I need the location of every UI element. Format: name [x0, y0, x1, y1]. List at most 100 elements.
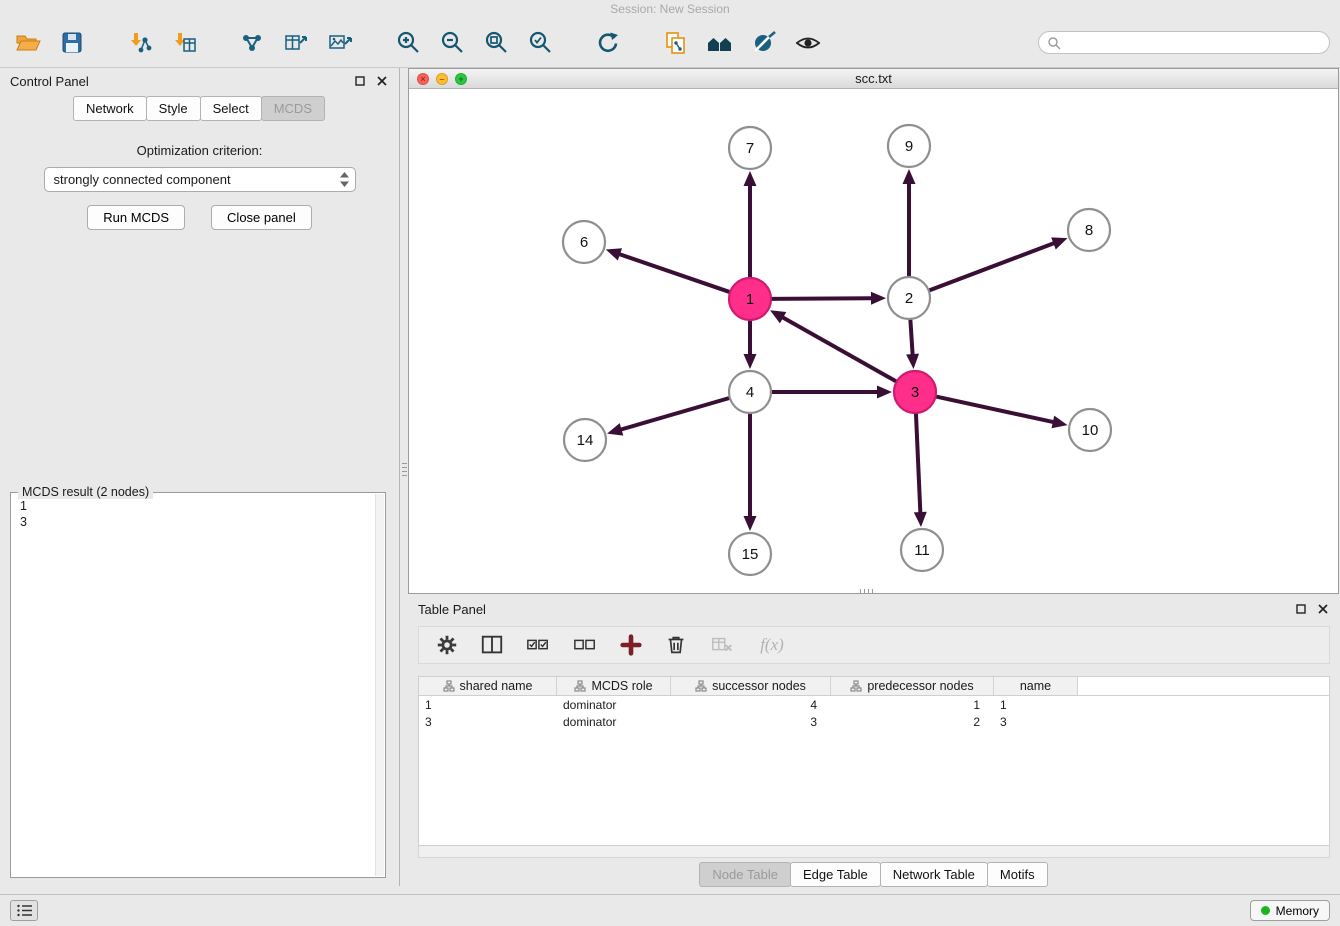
- zoom-out-button[interactable]: [434, 25, 470, 61]
- optimization-criterion-select[interactable]: strongly connected component: [44, 167, 356, 192]
- copy-network-view-button[interactable]: [658, 25, 694, 61]
- show-columns-button[interactable]: [478, 631, 506, 659]
- table-panel-float-button[interactable]: [1294, 602, 1308, 616]
- vizmapper-button[interactable]: [746, 25, 782, 61]
- columns-icon: [480, 633, 504, 657]
- table-row[interactable]: 3 dominator 3 2 3: [419, 713, 1329, 730]
- column-header-successor-nodes[interactable]: successor nodes: [671, 677, 831, 695]
- network-canvas[interactable]: 7968124314101511: [409, 89, 1338, 593]
- memory-status-dot: [1261, 906, 1270, 915]
- list-icon: [16, 903, 33, 918]
- open-folder-icon: [15, 30, 41, 56]
- panel-chooser-button[interactable]: [10, 900, 38, 921]
- zoom-in-button[interactable]: [390, 25, 426, 61]
- zoom-selected-icon: [527, 30, 553, 56]
- tab-network[interactable]: Network: [73, 96, 147, 121]
- column-header-shared-name[interactable]: shared name: [419, 677, 557, 695]
- cell-mcds-role[interactable]: dominator: [557, 698, 671, 712]
- optimization-criterion-label: Optimization criterion:: [0, 143, 399, 158]
- mcds-result-line: 3: [20, 514, 376, 530]
- control-panel-close-button[interactable]: [375, 74, 389, 88]
- vizmapper-icon: [751, 30, 777, 56]
- search-input[interactable]: [1066, 36, 1321, 50]
- tab-mcds[interactable]: MCDS: [261, 96, 325, 121]
- window-zoom-button[interactable]: +: [455, 73, 467, 85]
- table-settings-button[interactable]: [433, 631, 461, 659]
- import-network-button[interactable]: [122, 25, 158, 61]
- open-file-button[interactable]: [10, 25, 46, 61]
- network-view-window: × – + scc.txt 7968124314101511: [408, 68, 1339, 594]
- control-panel-title: Control Panel: [10, 74, 89, 89]
- vertical-splitter-handle[interactable]: [402, 463, 407, 476]
- column-tree-icon: [574, 680, 586, 692]
- cell-successor-nodes[interactable]: 4: [671, 698, 831, 712]
- copy-network-icon: [663, 30, 689, 56]
- control-panel-tabs: Network Style Select MCDS: [0, 96, 399, 121]
- close-panel-button[interactable]: Close panel: [211, 205, 312, 230]
- column-header-name[interactable]: name: [994, 677, 1078, 695]
- mcds-result-list: 1 3: [11, 493, 385, 877]
- network-window-title: scc.txt: [855, 71, 892, 86]
- run-mcds-button[interactable]: Run MCDS: [87, 205, 185, 230]
- window-close-button[interactable]: ×: [417, 73, 429, 85]
- column-header-predecessor-nodes[interactable]: predecessor nodes: [831, 677, 994, 695]
- svg-text:6: 6: [580, 234, 588, 251]
- tab-motifs[interactable]: Motifs: [987, 862, 1048, 887]
- status-bar: Memory: [0, 894, 1340, 926]
- cell-mcds-role[interactable]: dominator: [557, 715, 671, 729]
- delete-column-button[interactable]: [662, 631, 690, 659]
- network-graph[interactable]: 7968124314101511: [409, 89, 1338, 593]
- float-window-icon: [355, 76, 365, 86]
- zoom-fit-button[interactable]: [478, 25, 514, 61]
- home-views-button[interactable]: [702, 25, 738, 61]
- window-minimize-button[interactable]: –: [436, 73, 448, 85]
- unselect-all-columns-button[interactable]: [570, 631, 600, 659]
- memory-button[interactable]: Memory: [1250, 900, 1330, 921]
- cell-predecessor-nodes[interactable]: 1: [831, 698, 994, 712]
- app-title: Session: New Session: [610, 2, 729, 16]
- delete-table-button: [707, 631, 737, 659]
- tab-edge-table[interactable]: Edge Table: [790, 862, 881, 887]
- cell-name[interactable]: 1: [994, 698, 1078, 712]
- svg-text:7: 7: [746, 140, 754, 157]
- export-table-button[interactable]: [278, 25, 314, 61]
- main-toolbar: [0, 18, 1340, 68]
- tab-node-table[interactable]: Node Table: [699, 862, 791, 887]
- show-graphics-details-button[interactable]: [790, 25, 826, 61]
- result-scrollbar[interactable]: [375, 494, 384, 876]
- create-column-button[interactable]: [617, 631, 645, 659]
- svg-text:11: 11: [914, 542, 930, 559]
- export-network-button[interactable]: [234, 25, 270, 61]
- table-panel-title: Table Panel: [418, 602, 486, 617]
- function-builder-button: f(x): [754, 631, 790, 659]
- tab-network-table[interactable]: Network Table: [880, 862, 988, 887]
- control-panel-float-button[interactable]: [353, 74, 367, 88]
- close-icon: [1318, 604, 1328, 614]
- save-session-button[interactable]: [54, 25, 90, 61]
- refresh-button[interactable]: [590, 25, 626, 61]
- zoom-selected-button[interactable]: [522, 25, 558, 61]
- export-image-button[interactable]: [322, 25, 358, 61]
- tab-style[interactable]: Style: [146, 96, 201, 121]
- cell-shared-name[interactable]: 3: [419, 715, 557, 729]
- table-row[interactable]: 1 dominator 4 1 1: [419, 696, 1329, 713]
- cell-shared-name[interactable]: 1: [419, 698, 557, 712]
- column-header-mcds-role[interactable]: MCDS role: [557, 677, 671, 695]
- cell-successor-nodes[interactable]: 3: [671, 715, 831, 729]
- plus-icon: [619, 633, 643, 657]
- tab-select[interactable]: Select: [200, 96, 262, 121]
- select-all-columns-button[interactable]: [523, 631, 553, 659]
- double-home-icon: [706, 30, 734, 56]
- network-share-icon: [239, 30, 265, 56]
- cell-name[interactable]: 3: [994, 715, 1078, 729]
- trash-icon: [664, 633, 688, 657]
- table-panel-close-button[interactable]: [1316, 602, 1330, 616]
- import-table-button[interactable]: [166, 25, 202, 61]
- table-panel-header: Table Panel: [408, 596, 1340, 622]
- table-horizontal-scrollbar[interactable]: [418, 846, 1330, 858]
- svg-text:3: 3: [911, 384, 919, 401]
- cell-predecessor-nodes[interactable]: 2: [831, 715, 994, 729]
- refresh-icon: [595, 30, 621, 56]
- horizontal-splitter-handle[interactable]: [860, 589, 873, 594]
- network-window-titlebar: × – + scc.txt: [409, 69, 1338, 89]
